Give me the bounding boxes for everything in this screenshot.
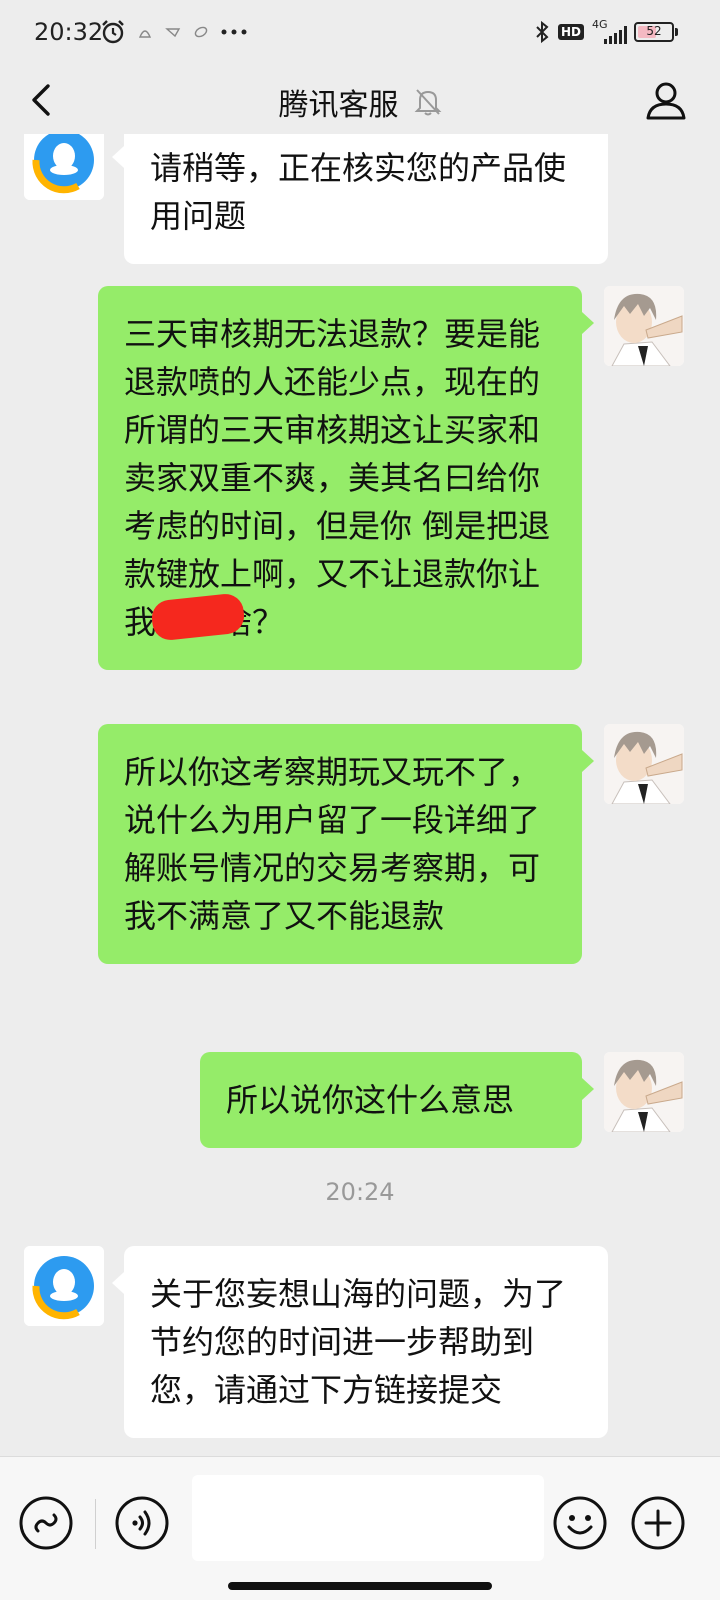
- message-text: 所以说你这什么意思: [226, 1081, 515, 1119]
- agent-avatar[interactable]: [24, 134, 104, 200]
- divider: [95, 1499, 96, 1549]
- battery-level: 52: [646, 24, 662, 38]
- emoji-icon: [553, 1496, 607, 1550]
- plus-icon: [631, 1496, 685, 1550]
- message-bubble[interactable]: 关于您妄想山海的问题，为了节约您的时间进一步帮助到您，请通过下方链接提交: [112, 1246, 608, 1438]
- message-bubble[interactable]: 所以你这考察期玩又玩不了，说什么为用户留了一段详细了解账号情况的交易考察期，可我…: [98, 724, 594, 964]
- person-icon: [646, 82, 686, 120]
- status-bar: 20:32 HD 4G 52: [0, 0, 720, 66]
- chat-header: 腾讯客服: [0, 66, 720, 134]
- battery-icon: 52: [634, 22, 678, 42]
- status-right-icons: HD 4G 52: [534, 18, 678, 46]
- emoji-button[interactable]: [552, 1495, 608, 1551]
- agent-avatar[interactable]: [24, 1246, 104, 1326]
- more-functions-button[interactable]: [630, 1495, 686, 1551]
- message-text: 请稍等，正在核实您的产品使用问题: [150, 149, 567, 235]
- signal-icon: 4G: [592, 18, 627, 44]
- message-bubble[interactable]: 请稍等，正在核实您的产品使用问题: [112, 134, 608, 264]
- mini-program-button[interactable]: [18, 1495, 74, 1551]
- anime-character-avatar-icon: [604, 1052, 684, 1132]
- alarm-icon: [102, 20, 124, 44]
- input-bar: [0, 1456, 720, 1600]
- message-text: 所以你这考察期玩又玩不了，说什么为用户留了一段详细了解账号情况的交易考察期，可我…: [124, 753, 541, 935]
- chat-screen: 20:32 HD 4G 52 腾讯客服 请稍等，正在核实您的产品使用问题 三天审…: [0, 0, 720, 1600]
- message-text: 关于您妄想山海的问题，为了节约您的时间进一步帮助到您，请通过下方链接提交: [150, 1275, 567, 1409]
- message-input[interactable]: [192, 1475, 544, 1561]
- chat-info-button[interactable]: [642, 76, 690, 124]
- message-timestamp: 20:24: [325, 1178, 395, 1206]
- notification-icon: [138, 30, 152, 38]
- mute-bell-icon: [414, 89, 441, 116]
- home-indicator[interactable]: [228, 1582, 492, 1590]
- tencent-service-logo-icon: [24, 134, 104, 200]
- voice-button[interactable]: [114, 1495, 170, 1551]
- user-avatar[interactable]: [604, 286, 684, 366]
- voice-icon: [115, 1496, 169, 1550]
- tencent-service-logo-icon: [24, 1246, 104, 1326]
- mini-program-icon: [19, 1496, 73, 1550]
- page-title: 腾讯客服: [278, 88, 399, 123]
- more-dots-icon: [221, 29, 247, 35]
- bluetooth-icon: [536, 20, 549, 44]
- user-avatar[interactable]: [604, 1052, 684, 1132]
- notification-icon: [194, 26, 208, 38]
- message-list[interactable]: 请稍等，正在核实您的产品使用问题 三天审核期无法退款？要是能退款喷的人还能少点，…: [0, 134, 720, 1456]
- anime-character-avatar-icon: [604, 724, 684, 804]
- notification-icon: [165, 28, 181, 38]
- status-time: 20:32: [34, 18, 104, 46]
- anime-character-avatar-icon: [604, 286, 684, 366]
- message-bubble[interactable]: 所以说你这什么意思: [200, 1052, 594, 1148]
- user-avatar[interactable]: [604, 724, 684, 804]
- status-left-icons: [100, 18, 248, 46]
- message-text: 三天审核期无法退款？要是能退款喷的人还能少点，现在的所谓的三天审核期这让买家和卖…: [124, 315, 551, 641]
- hd-badge: HD: [557, 24, 584, 40]
- title-area: 腾讯客服: [0, 80, 720, 124]
- message-bubble[interactable]: 三天审核期无法退款？要是能退款喷的人还能少点，现在的所谓的三天审核期这让买家和卖…: [98, 286, 594, 670]
